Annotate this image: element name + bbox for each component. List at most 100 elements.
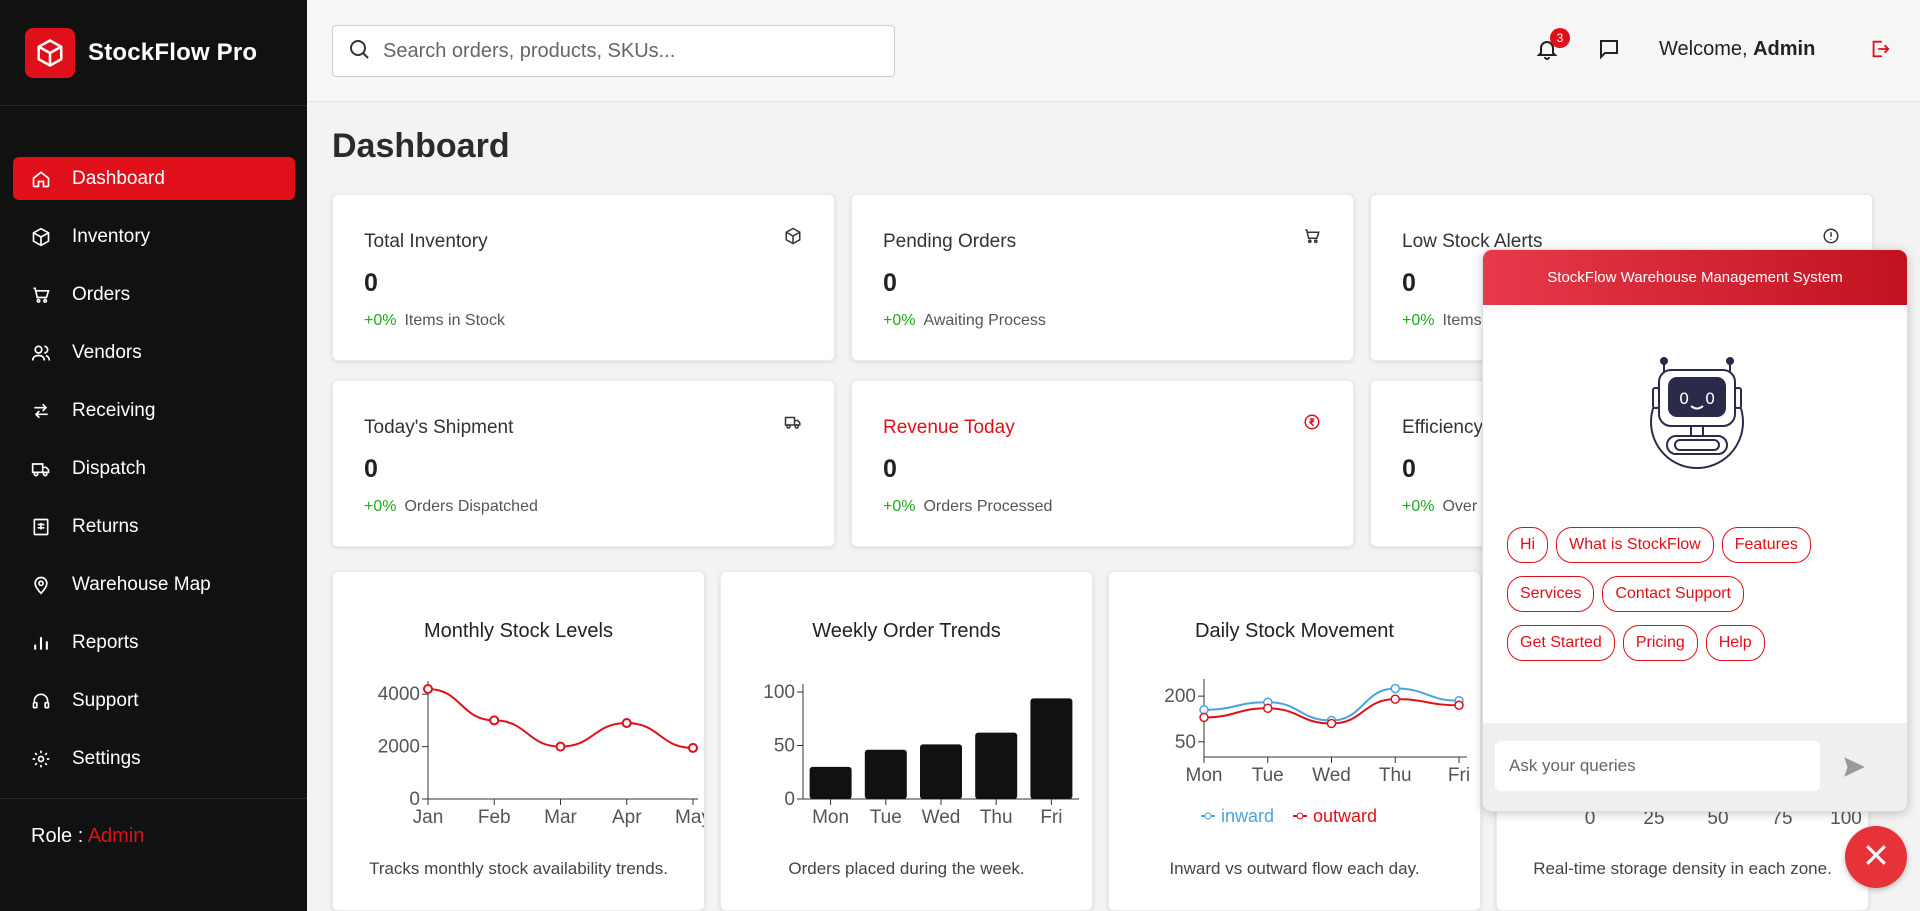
sidebar-item-label: Settings <box>72 747 141 769</box>
truck-icon <box>30 458 52 480</box>
truck-icon <box>784 413 802 431</box>
data-point <box>423 684 433 694</box>
chip-pricing[interactable]: Pricing <box>1622 625 1698 661</box>
logout-button[interactable] <box>1867 38 1893 64</box>
data-point <box>489 715 500 726</box>
sidebar-item-dispatch[interactable]: Dispatch <box>13 447 295 490</box>
legend-marker <box>1204 812 1212 820</box>
x-tick-label: Mon <box>1186 765 1223 786</box>
rupee-icon <box>1303 413 1321 431</box>
sidebar-item-support[interactable]: Support <box>13 679 295 722</box>
role-label: Role : <box>31 825 84 847</box>
x-tick-label: Feb <box>478 807 511 828</box>
messages-button[interactable] <box>1596 38 1622 64</box>
x-tick-label: Fri <box>1040 807 1062 828</box>
close-chat-button[interactable] <box>1845 826 1907 888</box>
brand[interactable]: StockFlow Pro <box>0 0 307 106</box>
stat-card-total-inventory[interactable]: Total Inventory 0 +0% Items in Stock <box>332 194 835 361</box>
search-box[interactable] <box>332 25 895 77</box>
data-point <box>1199 712 1209 723</box>
sidebar-item-dashboard[interactable]: Dashboard <box>13 157 295 200</box>
sidebar-item-inventory[interactable]: Inventory <box>13 215 295 258</box>
stat-value: 0 <box>1402 455 1416 483</box>
search-icon <box>347 37 371 66</box>
x-tick-label: Mar <box>544 807 577 828</box>
stat-change: +0% <box>883 312 916 329</box>
box-icon <box>30 226 52 248</box>
legend-label: outward <box>1313 806 1377 826</box>
y-tick-label: 2000 <box>378 737 420 758</box>
stat-card-revenue-today[interactable]: Revenue Today 0 +0% Orders Processed <box>851 380 1354 547</box>
chat-input[interactable] <box>1495 741 1820 791</box>
series-line <box>427 688 694 749</box>
sidebar-item-reports[interactable]: Reports <box>13 621 295 664</box>
stat-subtitle: +0% Orders Dispatched <box>364 498 538 516</box>
chat-footer <box>1483 723 1907 811</box>
chip-what-is-stockflow[interactable]: What is StockFlow <box>1556 527 1714 563</box>
notifications-button[interactable]: 3 <box>1534 28 1570 64</box>
data-point <box>621 718 632 729</box>
data-point <box>1390 683 1400 694</box>
sidebar-item-returns[interactable]: Returns <box>13 505 295 548</box>
stat-card-pending-orders[interactable]: Pending Orders 0 +0% Awaiting Process <box>851 194 1354 361</box>
series-line-inward <box>1203 687 1460 722</box>
y-tick-label: 4000 <box>378 684 420 705</box>
logout-icon <box>1869 38 1891 65</box>
stat-sub-label: Items <box>1442 312 1482 329</box>
chip-hi[interactable]: Hi <box>1507 527 1549 563</box>
stat-change: +0% <box>364 312 397 329</box>
chip-services[interactable]: Services <box>1507 576 1595 612</box>
chart-description: Orders placed during the week. <box>788 859 1025 878</box>
chart-description: Inward vs outward flow each day. <box>1169 859 1420 878</box>
stat-card-todays-shipment[interactable]: Today's Shipment 0 +0% Orders Dispatched <box>332 380 835 547</box>
page-title: Dashboard <box>332 127 510 165</box>
message-icon <box>1597 37 1621 66</box>
stat-change: +0% <box>1402 498 1435 515</box>
y-tick-label: 200 <box>1164 686 1196 707</box>
stat-title: Efficiency <box>1402 417 1483 438</box>
chip-features[interactable]: Features <box>1721 527 1811 563</box>
chart-card-weekly-orders: Weekly Order Trends 0 50 100 Mon Tue Wed Thu Fr… <box>720 571 1093 911</box>
search-input[interactable] <box>383 39 863 63</box>
chip-contact-support[interactable]: Contact Support <box>1602 576 1744 612</box>
sidebar-item-settings[interactable]: Settings <box>13 737 295 780</box>
stat-value: 0 <box>1402 269 1416 297</box>
sidebar-item-label: Orders <box>72 283 131 305</box>
role-indicator: Role : Admin <box>0 798 307 911</box>
data-point <box>1263 703 1273 714</box>
chart-description: Tracks monthly stock availability trends… <box>369 859 668 878</box>
x-tick-label: Apr <box>612 807 642 828</box>
chip-help[interactable]: Help <box>1705 625 1765 661</box>
chip-get-started[interactable]: Get Started <box>1507 625 1615 661</box>
gear-icon <box>30 748 52 770</box>
cube-logo-icon <box>25 27 75 78</box>
legend-label: inward <box>1221 806 1274 826</box>
welcome-prefix: Welcome, <box>1659 38 1748 60</box>
sidebar-item-orders[interactable]: Orders <box>13 273 295 316</box>
data-point <box>555 741 566 752</box>
sidebar-item-label: Returns <box>72 515 139 537</box>
x-tick-label: Thu <box>980 807 1013 828</box>
headset-icon <box>30 690 52 712</box>
sidebar-item-label: Receiving <box>72 399 156 421</box>
stat-subtitle: +0% Orders Processed <box>883 498 1052 516</box>
x-tick-label: Tue <box>870 807 902 828</box>
send-icon[interactable] <box>1839 752 1869 782</box>
app-name: StockFlow Pro <box>88 38 258 66</box>
sidebar-item-warehouse-map[interactable]: Warehouse Map <box>13 563 295 606</box>
stat-change: +0% <box>883 498 916 515</box>
x-tick-label: Thu <box>1379 765 1412 786</box>
svg-text:0: 0 <box>1679 389 1689 408</box>
sidebar-item-receiving[interactable]: Receiving <box>13 389 295 432</box>
cart-icon <box>30 284 52 306</box>
y-tick-label: 100 <box>763 682 795 703</box>
stat-subtitle: +0% Items <box>1402 312 1482 330</box>
sidebar-item-vendors[interactable]: Vendors <box>13 331 295 374</box>
data-point <box>1326 718 1337 729</box>
stat-title: Total Inventory <box>364 231 488 252</box>
stat-subtitle: +0% Awaiting Process <box>883 312 1046 330</box>
data-point <box>1390 694 1400 704</box>
map-pin-icon <box>30 574 52 596</box>
bar <box>864 749 907 799</box>
sidebar-item-label: Dashboard <box>72 167 165 189</box>
